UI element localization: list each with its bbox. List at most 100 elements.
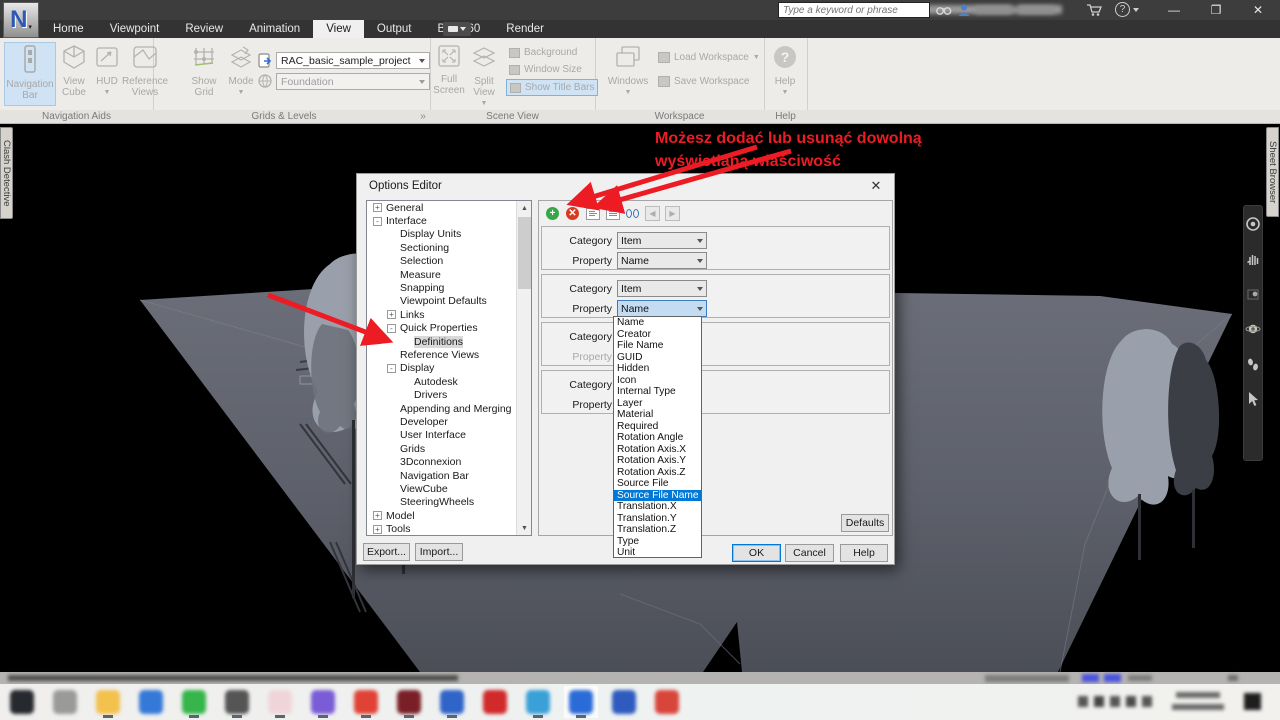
defaults-button[interactable]: Defaults: [841, 514, 889, 532]
maximize-button[interactable]: ❐: [1202, 3, 1230, 17]
category-combo[interactable]: Item: [617, 232, 707, 249]
close-button[interactable]: ✕: [1244, 3, 1272, 17]
tree-item-steeringwheels[interactable]: SteeringWheels: [367, 496, 531, 509]
user-account-icon[interactable]: [957, 3, 971, 17]
expand-icon[interactable]: +: [373, 511, 382, 520]
property-combo[interactable]: Name: [617, 252, 707, 269]
tree-item-definitions[interactable]: Definitions: [367, 335, 531, 348]
taskbar-app-icon-4[interactable]: [139, 690, 163, 714]
taskbar-app-icon-2[interactable]: [53, 690, 77, 714]
dropdown-item-name[interactable]: Name: [614, 317, 701, 329]
navigation-toolbar[interactable]: [1243, 205, 1263, 461]
taskbar-app-icon-8[interactable]: [311, 690, 335, 714]
dropdown-item-rotation-axis-y[interactable]: Rotation Axis.Y: [614, 455, 701, 467]
dropdown-item-file-name[interactable]: File Name: [614, 340, 701, 352]
dropdown-item-creator[interactable]: Creator: [614, 329, 701, 341]
level-combo[interactable]: Foundation: [276, 73, 430, 90]
taskbar-app-icon-14[interactable]: [569, 690, 593, 714]
view-cube-button[interactable]: View Cube: [58, 42, 90, 106]
scrollbar-thumb[interactable]: [518, 217, 531, 289]
tree-item-reference-views[interactable]: Reference Views: [367, 348, 531, 361]
tree-item-snapping[interactable]: Snapping: [367, 281, 531, 294]
reference-views-button[interactable]: Reference Views: [124, 42, 166, 106]
preview-eyes-icon[interactable]: [624, 206, 641, 222]
dropdown-item-type[interactable]: Type: [614, 536, 701, 548]
scroll-down-icon[interactable]: ▼: [517, 521, 532, 535]
taskbar-app-icon-16[interactable]: [655, 690, 679, 714]
tab-home[interactable]: Home: [40, 20, 97, 38]
tree-scrollbar[interactable]: ▲ ▼: [516, 201, 531, 535]
tree-item-appending-and-merging[interactable]: Appending and Merging: [367, 402, 531, 415]
tree-item-links[interactable]: +Links: [367, 308, 531, 321]
tree-item-selection[interactable]: Selection: [367, 255, 531, 268]
window-size-button[interactable]: Window Size: [506, 62, 585, 77]
tree-item-display-units[interactable]: Display Units: [367, 228, 531, 241]
tab-animation[interactable]: Animation: [236, 20, 313, 38]
scroll-up-icon[interactable]: ▲: [517, 201, 532, 215]
dropdown-item-source-file-name[interactable]: Source File Name: [614, 490, 701, 502]
options-tree[interactable]: +General-InterfaceDisplay UnitsSectionin…: [366, 200, 532, 536]
tree-item-drivers[interactable]: Drivers: [367, 388, 531, 401]
taskbar-app-icon-7[interactable]: [268, 690, 292, 714]
add-property-button[interactable]: +: [544, 206, 561, 222]
tree-item-sectioning[interactable]: Sectioning: [367, 241, 531, 254]
minimize-button[interactable]: —: [1160, 3, 1188, 17]
background-button[interactable]: Background: [506, 45, 580, 60]
ribbon-help-button[interactable]: ? Help ▼: [768, 42, 802, 106]
tray-pen-icon[interactable]: [1142, 696, 1152, 707]
taskbar-app-icon-15[interactable]: [612, 690, 636, 714]
taskbar-app-icon-11[interactable]: [440, 690, 464, 714]
tray-icon-2[interactable]: [1094, 696, 1104, 707]
tree-item-autodesk[interactable]: Autodesk: [367, 375, 531, 388]
tree-item-viewcube[interactable]: ViewCube: [367, 482, 531, 495]
pan-hand-tool-icon[interactable]: [1245, 251, 1261, 272]
full-screen-button[interactable]: Full Screen: [433, 42, 465, 106]
dropdown-item-rotation-axis-z[interactable]: Rotation Axis.Z: [614, 467, 701, 479]
taskbar-app-icon-9[interactable]: [354, 690, 378, 714]
search-input[interactable]: [778, 2, 930, 18]
tree-item-tools[interactable]: +Tools: [367, 522, 531, 535]
property-dropdown-list[interactable]: NameCreatorFile NameGUIDHiddenIconIntern…: [613, 316, 702, 558]
dropdown-item-unit[interactable]: Unit: [614, 547, 701, 558]
remove-property-button[interactable]: ✕: [564, 206, 581, 222]
grids-levels-expander-icon[interactable]: »: [416, 111, 430, 122]
select-arrow-tool-icon[interactable]: [1245, 391, 1261, 412]
orbit-tool-icon[interactable]: [1245, 321, 1261, 342]
tab-viewpoint[interactable]: Viewpoint: [97, 20, 173, 38]
category-combo[interactable]: Item: [617, 280, 707, 297]
application-menu-button[interactable]: N ▾: [3, 2, 39, 38]
dropdown-item-layer[interactable]: Layer: [614, 398, 701, 410]
cancel-button[interactable]: Cancel: [785, 544, 834, 562]
split-view-button[interactable]: Split View ▼: [467, 42, 501, 106]
tree-item-user-interface[interactable]: User Interface: [367, 429, 531, 442]
steering-wheel-tool-icon[interactable]: [1245, 216, 1261, 237]
property-combo[interactable]: Name: [617, 300, 707, 317]
export-button[interactable]: Export...: [363, 543, 410, 561]
dropdown-item-translation-z[interactable]: Translation.Z: [614, 524, 701, 536]
hud-button[interactable]: HUD ▼: [92, 42, 122, 106]
tree-item-viewpoint-defaults[interactable]: Viewpoint Defaults: [367, 295, 531, 308]
taskbar-app-icon-3[interactable]: [96, 690, 120, 714]
move-up-list-icon[interactable]: [584, 206, 601, 222]
tab-review[interactable]: Review: [172, 20, 236, 38]
taskbar-app-icon-12[interactable]: [483, 690, 507, 714]
navigation-bar-button[interactable]: Navigation Bar: [4, 42, 56, 106]
export-levels-icon[interactable]: [258, 53, 273, 68]
dropdown-item-translation-y[interactable]: Translation.Y: [614, 513, 701, 525]
dropdown-item-material[interactable]: Material: [614, 409, 701, 421]
collapse-icon[interactable]: -: [387, 364, 396, 373]
screenshot-tool-button[interactable]: [443, 22, 471, 36]
dropdown-item-rotation-axis-x[interactable]: Rotation Axis.X: [614, 444, 701, 456]
collapse-icon[interactable]: -: [387, 324, 396, 333]
taskbar-app-icon-13[interactable]: [526, 690, 550, 714]
cart-icon[interactable]: [1086, 3, 1102, 17]
collapse-icon[interactable]: -: [373, 217, 382, 226]
tray-icon-4[interactable]: [1126, 696, 1136, 707]
dropdown-item-hidden[interactable]: Hidden: [614, 363, 701, 375]
expand-icon[interactable]: +: [373, 525, 382, 534]
tray-icon-3[interactable]: [1110, 696, 1120, 707]
tree-item-3dconnexion[interactable]: 3Dconnexion: [367, 455, 531, 468]
dropdown-item-guid[interactable]: GUID: [614, 352, 701, 364]
tree-item-model[interactable]: +Model: [367, 509, 531, 522]
help-caret-icon[interactable]: [1133, 8, 1139, 12]
